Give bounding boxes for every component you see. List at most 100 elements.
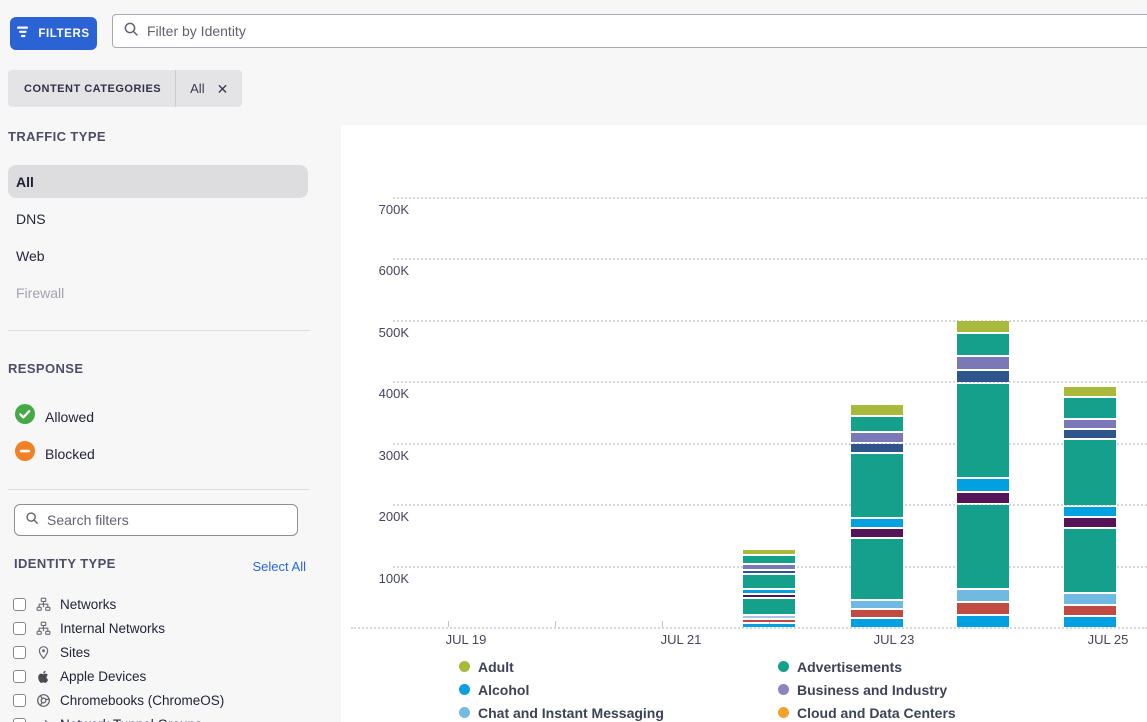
bar-segment-teal[interactable] bbox=[1064, 398, 1116, 418]
filters-button-label: FILTERS bbox=[38, 27, 90, 40]
identity-type-row[interactable]: Networks bbox=[13, 594, 333, 614]
allowed-check-icon bbox=[14, 403, 36, 430]
bar-segment-blue[interactable] bbox=[743, 590, 795, 593]
legend-item-cloud-and-data-centers[interactable]: Cloud and Data Centers bbox=[778, 704, 956, 721]
legend-color-dot bbox=[459, 661, 470, 672]
bar-segment-purple[interactable] bbox=[743, 565, 795, 569]
bar-segment-teal[interactable] bbox=[851, 539, 903, 599]
divider bbox=[8, 489, 310, 490]
bar-segment-purple[interactable] bbox=[851, 433, 903, 442]
filters-button[interactable]: FILTERS bbox=[10, 17, 97, 50]
bar-segment-maroon[interactable] bbox=[1064, 518, 1116, 527]
y-axis-label: 500K bbox=[378, 324, 409, 340]
checkbox[interactable] bbox=[13, 621, 26, 635]
bar-segment-navy[interactable] bbox=[851, 444, 903, 452]
bar-segment-olive[interactable] bbox=[851, 405, 903, 415]
identity-type-label: Networks bbox=[60, 596, 117, 612]
bar-segment-red[interactable] bbox=[957, 603, 1009, 614]
bar-segment-teal[interactable] bbox=[1064, 440, 1116, 505]
bar-segment-purple[interactable] bbox=[1064, 420, 1116, 428]
gridline-300K bbox=[393, 442, 1147, 445]
bar-segment-blue[interactable] bbox=[957, 479, 1009, 491]
legend-color-dot bbox=[778, 661, 789, 672]
bar-segment-blue[interactable] bbox=[957, 616, 1009, 627]
bar-segment-blue[interactable] bbox=[851, 519, 903, 527]
bar-segment-teal[interactable] bbox=[743, 556, 795, 563]
checkbox[interactable] bbox=[13, 597, 26, 611]
bar-segment-olive[interactable] bbox=[743, 550, 795, 554]
filter-search-input[interactable] bbox=[47, 512, 287, 528]
bar-segment-navy[interactable] bbox=[743, 571, 795, 573]
gridline-500K bbox=[393, 319, 1147, 322]
bar-segment-red[interactable] bbox=[743, 620, 795, 622]
bar-segment-maroon[interactable] bbox=[851, 529, 903, 537]
response-blocked[interactable]: Blocked bbox=[14, 440, 95, 467]
bar-segment-teal[interactable] bbox=[957, 505, 1009, 588]
bar-segment-red[interactable] bbox=[1064, 606, 1116, 615]
bar-segment-teal[interactable] bbox=[851, 454, 903, 517]
x-axis-label: JUL 25 bbox=[1087, 632, 1129, 647]
bar-segment-navy[interactable] bbox=[957, 371, 1009, 382]
stacked-bar-jul-25[interactable] bbox=[1064, 387, 1116, 627]
bar-segment-teal[interactable] bbox=[851, 417, 903, 431]
chart-legend: Adult Advertisements Alcohol Business and I… bbox=[459, 658, 956, 721]
traffic-type-web[interactable]: Web bbox=[8, 239, 308, 272]
bar-segment-blue[interactable] bbox=[851, 619, 903, 627]
filter-funnel-icon bbox=[17, 26, 31, 41]
stacked-bar-jul-24[interactable] bbox=[957, 321, 1009, 627]
traffic-type-dns[interactable]: DNS bbox=[8, 202, 308, 235]
legend-item-alcohol[interactable]: Alcohol bbox=[459, 681, 778, 698]
checkbox[interactable] bbox=[13, 717, 26, 722]
chip-close-icon[interactable]: ✕ bbox=[217, 82, 229, 96]
legend-item-advertisements[interactable]: Advertisements bbox=[778, 658, 956, 675]
gridline-200K bbox=[393, 504, 1147, 506]
legend-item-business-and-industry[interactable]: Business and Industry bbox=[778, 681, 956, 698]
bar-segment-navy[interactable] bbox=[1064, 430, 1116, 438]
bar-segment-teal[interactable] bbox=[1064, 529, 1116, 592]
select-all-link[interactable]: Select All bbox=[246, 559, 306, 574]
identity-search-input[interactable] bbox=[147, 23, 1147, 39]
bar-segment-sky[interactable] bbox=[851, 601, 903, 608]
bar-segment-maroon[interactable] bbox=[957, 493, 1009, 503]
bar-segment-maroon[interactable] bbox=[743, 595, 795, 597]
bar-segment-teal[interactable] bbox=[957, 334, 1009, 355]
response-heading: RESPONSE bbox=[8, 361, 84, 376]
apple-icon bbox=[35, 669, 51, 684]
traffic-type-all[interactable]: All bbox=[8, 165, 308, 198]
bar-segment-teal[interactable] bbox=[743, 599, 795, 614]
bar-segment-teal[interactable] bbox=[743, 575, 795, 588]
bar-segment-sky[interactable] bbox=[957, 590, 1009, 601]
bar-segment-blue[interactable] bbox=[1064, 617, 1116, 627]
stacked-bar-jul-23[interactable] bbox=[851, 405, 903, 627]
checkbox[interactable] bbox=[13, 693, 26, 707]
legend-item-chat-and-instant-messaging[interactable]: Chat and Instant Messaging bbox=[459, 704, 778, 721]
identity-type-label: Chromebooks (ChromeOS) bbox=[60, 692, 225, 708]
gridline-600K bbox=[393, 258, 1147, 260]
identity-type-label: Internal Networks bbox=[60, 620, 166, 636]
activity-search-page: FILTERS CONTENT CATEGORIES All ✕ TRAFFIC… bbox=[0, 0, 1147, 722]
response-allowed[interactable]: Allowed bbox=[14, 403, 94, 430]
identity-type-row[interactable]: Chromebooks (ChromeOS) bbox=[13, 690, 333, 710]
legend-item-adult[interactable]: Adult bbox=[459, 658, 778, 675]
bar-segment-purple[interactable] bbox=[957, 357, 1009, 369]
legend-label: Alcohol bbox=[478, 681, 530, 698]
bar-segment-olive[interactable] bbox=[1064, 387, 1116, 396]
traffic-type-firewall[interactable]: Firewall bbox=[8, 276, 308, 309]
identity-type-row[interactable]: Sites bbox=[13, 642, 333, 662]
identity-type-row[interactable]: Apple Devices bbox=[13, 666, 333, 686]
bar-segment-blue[interactable] bbox=[743, 624, 795, 627]
checkbox[interactable] bbox=[13, 645, 26, 659]
bar-segment-sky[interactable] bbox=[1064, 594, 1116, 604]
bar-segment-teal[interactable] bbox=[957, 384, 1009, 477]
stacked-bar-jul-22[interactable] bbox=[743, 550, 795, 627]
y-axis-label: 700K bbox=[378, 201, 409, 217]
content-categories-chip[interactable]: CONTENT CATEGORIES All ✕ bbox=[8, 70, 243, 107]
bar-segment-red[interactable] bbox=[851, 610, 903, 617]
identity-type-row[interactable]: Internal Networks bbox=[13, 618, 333, 638]
checkbox[interactable] bbox=[13, 669, 26, 683]
bar-segment-periwinkle[interactable] bbox=[743, 616, 795, 618]
bar-segment-olive[interactable] bbox=[957, 321, 1009, 332]
blocked-minus-icon bbox=[14, 440, 36, 467]
identity-type-row[interactable]: Network Tunnel Groups bbox=[13, 714, 333, 722]
bar-segment-blue[interactable] bbox=[1064, 507, 1116, 516]
